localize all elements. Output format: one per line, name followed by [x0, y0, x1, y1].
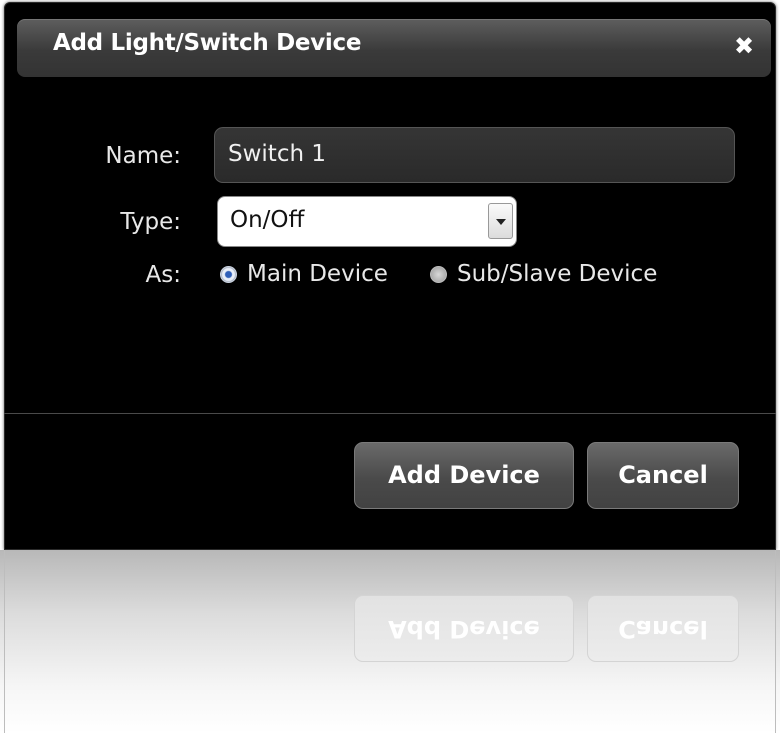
radio-main-device[interactable]: [220, 266, 237, 283]
radio-sub-slave-device-label[interactable]: Sub/Slave Device: [457, 261, 657, 287]
dialog-title: Add Light/Switch Device: [53, 30, 362, 56]
name-input[interactable]: Switch 1: [214, 127, 735, 183]
as-label: As:: [145, 262, 181, 288]
close-icon[interactable]: ✖: [729, 31, 759, 61]
type-label: Type:: [120, 209, 181, 235]
add-device-button-reflection: Add Device: [354, 595, 574, 662]
cancel-button[interactable]: Cancel: [587, 442, 739, 509]
type-select[interactable]: On/Off: [217, 196, 517, 247]
chevron-down-icon[interactable]: [488, 203, 513, 239]
cancel-button-reflection: Cancel: [587, 595, 739, 662]
dialog-divider: [4, 413, 776, 414]
add-device-button[interactable]: Add Device: [354, 442, 574, 509]
name-label: Name:: [105, 143, 181, 169]
type-select-value: On/Off: [230, 207, 305, 233]
radio-main-device-label[interactable]: Main Device: [247, 261, 388, 287]
add-device-dialog: Add Light/Switch Device ✖ Name: Switch 1…: [4, 2, 776, 550]
radio-sub-slave-device[interactable]: [430, 266, 447, 283]
dialog-titlebar: Add Light/Switch Device ✖: [17, 19, 771, 77]
reflection-frame: Add Device Cancel: [4, 550, 776, 733]
dialog-reflection: Add Device Cancel: [0, 550, 780, 733]
